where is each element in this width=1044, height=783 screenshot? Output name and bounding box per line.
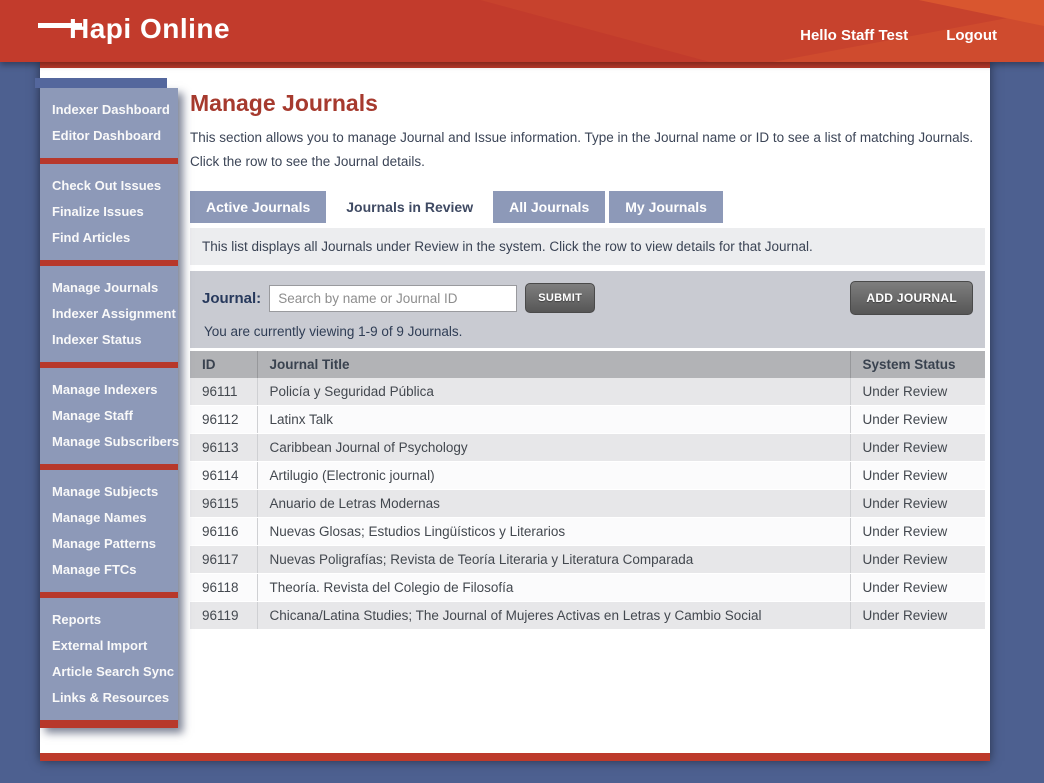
journal-row-96116[interactable]: 96116Nuevas Glosas; Estudios Lingüístico… (190, 518, 985, 546)
sidebar-group: Indexer DashboardEditor Dashboard (40, 88, 178, 158)
journal-search-label: Journal: (202, 290, 261, 307)
sidebar-item-links-resources[interactable]: Links & Resources (40, 685, 178, 711)
sidebar-item-check-out-issues[interactable]: Check Out Issues (40, 173, 178, 199)
page-description: This section allows you to manage Journa… (190, 126, 985, 173)
sidebar-item-reports[interactable]: Reports (40, 607, 178, 633)
sidebar-item-manage-ftcs[interactable]: Manage FTCs (40, 557, 178, 583)
table-header-row: IDJournal TitleSystem Status (190, 351, 985, 378)
sidebar-item-editor-dashboard[interactable]: Editor Dashboard (40, 123, 178, 149)
sidebar-body: Indexer DashboardEditor DashboardCheck O… (40, 88, 178, 720)
sidebar-item-indexer-dashboard[interactable]: Indexer Dashboard (40, 97, 178, 123)
journal-row-96113[interactable]: 96113Caribbean Journal of PsychologyUnde… (190, 434, 985, 462)
sidebar-item-manage-indexers[interactable]: Manage Indexers (40, 377, 178, 403)
sidebar-nav: Indexer DashboardEditor DashboardCheck O… (40, 88, 178, 728)
sidebar-item-find-articles[interactable]: Find Articles (40, 225, 178, 251)
system-status-cell: Under Review (850, 462, 985, 490)
column-header-journal-title: Journal Title (257, 351, 850, 378)
sidebar-item-manage-names[interactable]: Manage Names (40, 505, 178, 531)
system-status-cell: Under Review (850, 518, 985, 546)
sidebar-bottom-accent-bar (40, 720, 178, 728)
sidebar-group: Check Out IssuesFinalize IssuesFind Arti… (40, 158, 178, 260)
tab-my-journals[interactable]: My Journals (609, 191, 723, 223)
system-status-cell: Under Review (850, 406, 985, 434)
logo-text: Hapi Online (69, 13, 230, 45)
journal-tabs: Active JournalsJournals in ReviewAll Jou… (190, 189, 985, 223)
sidebar-top-accent-bar (35, 78, 167, 88)
sidebar-item-manage-subscribers[interactable]: Manage Subscribers (40, 429, 178, 455)
journal-id-cell: 96117 (190, 546, 257, 574)
journal-row-96115[interactable]: 96115Anuario de Letras ModernasUnder Rev… (190, 490, 985, 518)
header-right: Hello Staff Test Logout (800, 0, 997, 62)
system-status-cell: Under Review (850, 490, 985, 518)
sidebar-item-article-search-sync[interactable]: Article Search Sync (40, 659, 178, 685)
journal-row-96119[interactable]: 96119Chicana/Latina Studies; The Journal… (190, 602, 985, 630)
sidebar-group: ReportsExternal ImportArticle Search Syn… (40, 592, 178, 720)
journal-row-96117[interactable]: 96117Nuevas Poligrafías; Revista de Teor… (190, 546, 985, 574)
sidebar-item-external-import[interactable]: External Import (40, 633, 178, 659)
sidebar-item-finalize-issues[interactable]: Finalize Issues (40, 199, 178, 225)
sidebar-item-manage-staff[interactable]: Manage Staff (40, 403, 178, 429)
tab-all-journals[interactable]: All Journals (493, 191, 605, 223)
app-logo[interactable]: Hapi Online (38, 13, 230, 45)
add-journal-button[interactable]: ADD JOURNAL (850, 281, 973, 315)
journal-title-cell: Chicana/Latina Studies; The Journal of M… (257, 602, 850, 630)
sidebar-item-manage-patterns[interactable]: Manage Patterns (40, 531, 178, 557)
journal-id-cell: 96115 (190, 490, 257, 518)
journal-row-96118[interactable]: 96118Theoría. Revista del Colegio de Fil… (190, 574, 985, 602)
journal-search-area: Journal: SUBMIT ADD JOURNAL You are curr… (190, 271, 985, 348)
tab-info-text: This list displays all Journals under Re… (190, 228, 985, 265)
journal-title-cell: Policía y Seguridad Pública (257, 378, 850, 406)
main-content: Manage Journals This section allows you … (190, 68, 985, 630)
column-header-system-status: System Status (850, 351, 985, 378)
viewing-count-text: You are currently viewing 1-9 of 9 Journ… (202, 324, 973, 339)
journal-id-cell: 96116 (190, 518, 257, 546)
journal-title-cell: Nuevas Glosas; Estudios Lingüísticos y L… (257, 518, 850, 546)
journal-search-input[interactable] (269, 285, 517, 312)
tab-journals-in-review[interactable]: Journals in Review (330, 189, 489, 228)
system-status-cell: Under Review (850, 574, 985, 602)
journal-id-cell: 96118 (190, 574, 257, 602)
journal-title-cell: Latinx Talk (257, 406, 850, 434)
sidebar-item-manage-subjects[interactable]: Manage Subjects (40, 479, 178, 505)
sidebar-group: Manage IndexersManage StaffManage Subscr… (40, 362, 178, 464)
journal-row-96114[interactable]: 96114Artilugio (Electronic journal)Under… (190, 462, 985, 490)
sidebar-item-indexer-status[interactable]: Indexer Status (40, 327, 178, 353)
journal-row-96112[interactable]: 96112Latinx TalkUnder Review (190, 406, 985, 434)
page-title: Manage Journals (190, 90, 985, 117)
system-status-cell: Under Review (850, 602, 985, 630)
logo-dash-icon (38, 23, 82, 28)
column-header-id: ID (190, 351, 257, 378)
journal-row-96111[interactable]: 96111Policía y Seguridad PúblicaUnder Re… (190, 378, 985, 406)
journal-id-cell: 96111 (190, 378, 257, 406)
sidebar-item-indexer-assignment[interactable]: Indexer Assignment (40, 301, 178, 327)
journal-title-cell: Nuevas Poligrafías; Revista de Teoría Li… (257, 546, 850, 574)
system-status-cell: Under Review (850, 378, 985, 406)
journal-id-cell: 96113 (190, 434, 257, 462)
search-row: Journal: SUBMIT ADD JOURNAL (202, 281, 973, 315)
sidebar-group: Manage JournalsIndexer AssignmentIndexer… (40, 260, 178, 362)
journal-id-cell: 96119 (190, 602, 257, 630)
journal-id-cell: 96112 (190, 406, 257, 434)
sidebar-group: Manage SubjectsManage NamesManage Patter… (40, 464, 178, 592)
journal-id-cell: 96114 (190, 462, 257, 490)
journal-title-cell: Artilugio (Electronic journal) (257, 462, 850, 490)
journal-title-cell: Anuario de Letras Modernas (257, 490, 850, 518)
submit-button[interactable]: SUBMIT (525, 283, 595, 313)
sidebar-item-manage-journals[interactable]: Manage Journals (40, 275, 178, 301)
app-header: Hapi Online Hello Staff Test Logout (0, 0, 1044, 62)
tab-active-journals[interactable]: Active Journals (190, 191, 326, 223)
journal-title-cell: Theoría. Revista del Colegio de Filosofí… (257, 574, 850, 602)
user-greeting: Hello Staff Test (800, 27, 908, 44)
journals-table: IDJournal TitleSystem Status 96111Policí… (190, 351, 985, 630)
system-status-cell: Under Review (850, 434, 985, 462)
system-status-cell: Under Review (850, 546, 985, 574)
logout-link[interactable]: Logout (946, 27, 997, 44)
journal-title-cell: Caribbean Journal of Psychology (257, 434, 850, 462)
